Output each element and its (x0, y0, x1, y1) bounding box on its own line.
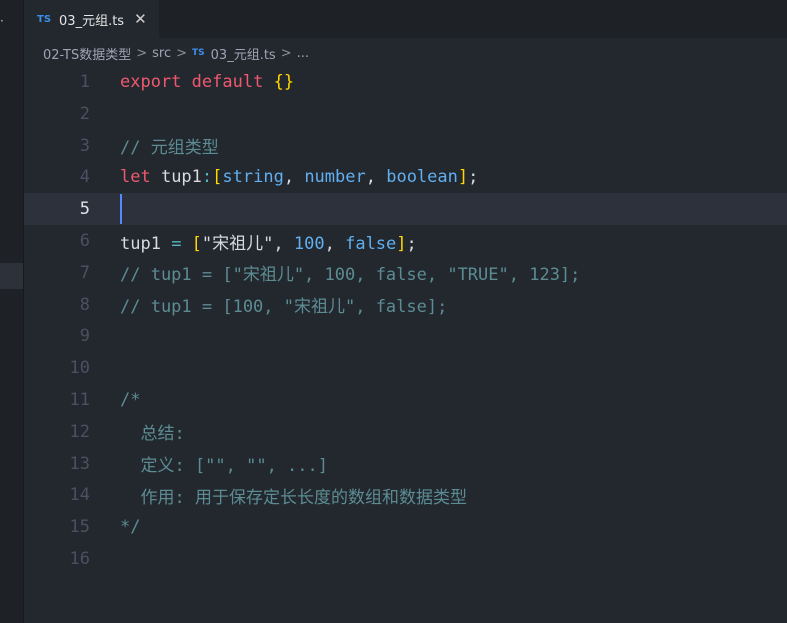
breadcrumb-symbols[interactable]: ... (297, 46, 309, 61)
typescript-file-icon: TS (192, 48, 205, 58)
line-code[interactable] (120, 194, 122, 225)
line-number: 10 (69, 358, 90, 379)
line-code[interactable]: // tup1 = ["宋祖儿", 100, false, "TRUE", 12… (120, 260, 580, 285)
tab-03-tuple[interactable]: TS 03_元组.ts ✕ (24, 0, 159, 38)
code-line[interactable]: 1 export default {} (24, 66, 787, 98)
activity-strip: · (0, 0, 23, 623)
breadcrumb-src[interactable]: src (152, 46, 171, 61)
code-line[interactable]: 3 // 元组类型 (24, 130, 787, 162)
code-token: ; (406, 233, 417, 254)
code-token: ; (468, 167, 479, 188)
more-actions-icon[interactable]: · (0, 14, 4, 28)
code-line[interactable]: 11 /* (24, 384, 787, 416)
code-token: // tup1 = [100, "宋祖儿", false]; (120, 297, 448, 318)
code-token: , (324, 233, 346, 254)
line-number: 4 (79, 167, 90, 188)
activity-highlight (0, 263, 23, 289)
line-code[interactable]: // tup1 = [100, "宋祖儿", false]; (120, 292, 447, 317)
code-editor[interactable]: 1 export default {} 2 3// 元组类型 4 let tup1:[st… (24, 66, 787, 623)
code-token: 作用: 用于保存定长长度的数组和数据类型 (120, 487, 467, 508)
line-number: 15 (69, 517, 90, 538)
line-number: 9 (79, 326, 90, 347)
code-token: , (365, 167, 387, 188)
code-token: {} (273, 72, 295, 92)
code-token: */ (120, 517, 141, 538)
code-token: "宋祖儿" (201, 233, 274, 254)
code-line[interactable]: 2 (24, 98, 787, 130)
line-number: 7 (79, 262, 90, 283)
typescript-file-icon: TS (37, 13, 52, 25)
code-line[interactable]: 8 // tup1 = [100, "宋祖儿", false]; (24, 289, 787, 321)
line-number: 8 (79, 294, 90, 315)
line-number: 6 (79, 231, 90, 251)
line-number: 14 (69, 485, 90, 506)
line-number: 11 (69, 390, 90, 410)
line-code[interactable]: 总结: (120, 419, 185, 445)
code-token: , (273, 233, 294, 254)
line-code[interactable]: */ (120, 517, 140, 537)
line-number: 1 (79, 72, 90, 92)
line-code[interactable]: 作用: 用于保存定长长度的数组和数据类型 (120, 483, 467, 508)
code-token: default (191, 72, 264, 92)
code-token: = (160, 233, 192, 254)
code-token: 100 (293, 233, 325, 254)
code-token: [ (212, 167, 223, 188)
line-code[interactable]: tup1 = ["宋祖儿", 100, false]; (120, 229, 417, 254)
line-number: 5 (79, 199, 90, 220)
code-token: number (304, 167, 366, 188)
code-token: ] (457, 167, 469, 188)
tab-bar: TS 03_元组.ts ✕ (24, 0, 787, 38)
code-line[interactable]: 6 tup1 = ["宋祖儿", 100, false]; (24, 225, 787, 257)
code-token: tup1 (150, 167, 202, 188)
code-token: : (201, 167, 213, 188)
line-number: 16 (69, 549, 90, 569)
line-number: 13 (69, 453, 90, 474)
code-token: 定义: ["", "", ...] (120, 456, 328, 477)
code-token: boolean (386, 167, 458, 188)
code-line[interactable]: 12 总结: (24, 416, 787, 448)
code-line[interactable]: 10 (24, 352, 787, 384)
code-line[interactable]: 5 (24, 193, 787, 226)
close-icon[interactable]: ✕ (134, 10, 147, 28)
line-code[interactable]: 定义: ["", "", ...] (120, 451, 328, 476)
code-token: string (222, 167, 284, 188)
line-number: 2 (79, 103, 90, 124)
code-token: , (283, 167, 305, 188)
code-line[interactable]: 7 // tup1 = ["宋祖儿", 100, false, "TRUE", 1… (24, 257, 787, 289)
code-token: // 元组类型 (120, 138, 219, 159)
breadcrumb-folder[interactable]: 02-TS数据类型 (43, 44, 131, 63)
code-line[interactable]: 15 */ (24, 511, 787, 543)
code-line[interactable]: 9 (24, 320, 787, 352)
chevron-right-icon: > (136, 45, 148, 61)
code-token: export (120, 72, 182, 92)
code-token: ] (396, 233, 407, 254)
code-line[interactable]: 14 作用: 用于保存定长长度的数组和数据类型 (24, 479, 787, 511)
breadcrumb-file[interactable]: 03_元组.ts (211, 44, 276, 63)
breadcrumb: 02-TS数据类型 > src > TS 03_元组.ts > ... (43, 42, 309, 64)
line-number: 3 (79, 135, 90, 156)
code-line[interactable]: 4 let tup1:[string, number, boolean]; (24, 161, 787, 193)
chevron-right-icon: > (280, 45, 292, 61)
chevron-right-icon: > (176, 45, 188, 61)
tab-title: 03_元组.ts (59, 13, 125, 29)
code-token: // tup1 = ["宋祖儿", 100, false, "TRUE", 12… (120, 265, 581, 286)
line-code[interactable]: /* (120, 390, 140, 410)
line-code[interactable]: export default {} (120, 72, 294, 92)
line-code[interactable]: let tup1:[string, number, boolean]; (120, 167, 478, 187)
code-token: /* (120, 390, 141, 410)
code-token: 总结: (120, 424, 185, 445)
code-line[interactable]: 13 定义: ["", "", ...] (24, 448, 787, 480)
code-token: tup1 (120, 233, 161, 254)
code-token: [ (191, 233, 202, 254)
text-cursor (120, 194, 122, 225)
code-line[interactable]: 16 (24, 543, 787, 575)
code-token: false (345, 233, 397, 254)
line-code[interactable]: // 元组类型 (120, 133, 219, 158)
code-token: let (120, 167, 151, 188)
line-number: 12 (69, 421, 90, 442)
